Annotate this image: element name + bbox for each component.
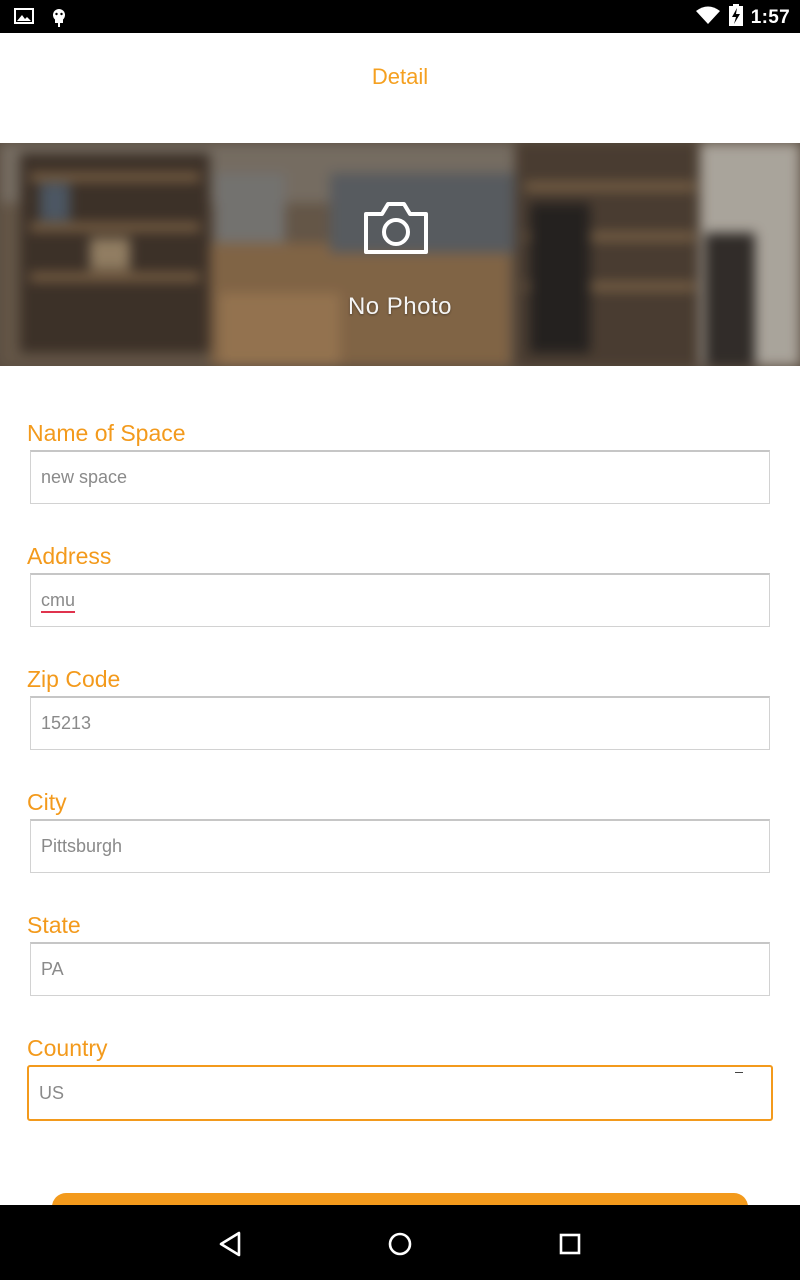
photo-picker[interactable]: No Photo	[0, 143, 800, 366]
country-input[interactable]: US	[27, 1065, 773, 1121]
page-title: Detail	[371, 64, 429, 89]
image-notification-icon	[14, 6, 34, 33]
city-label: City	[27, 789, 67, 815]
address-value: cmu	[41, 590, 76, 610]
country-label: Country	[27, 1035, 108, 1061]
navigation-bar	[0, 1205, 800, 1280]
address-label: Address	[27, 543, 112, 569]
zip-code-input[interactable]: 15213	[30, 696, 770, 750]
back-icon[interactable]	[213, 1227, 247, 1261]
battery-charging-icon	[728, 4, 743, 31]
app-header: Detail	[0, 33, 800, 143]
name-of-space-value: new space	[41, 467, 128, 487]
address-input[interactable]: cmu	[30, 573, 770, 627]
text-cursor	[735, 1072, 743, 1073]
status-time: 1:57	[750, 6, 790, 28]
country-value: US	[39, 1082, 65, 1103]
zip-code-label: Zip Code	[27, 666, 121, 692]
status-bar: 1:57	[0, 0, 800, 33]
zip-code-value: 15213	[41, 713, 92, 733]
city-value: Pittsburgh	[41, 836, 123, 856]
android-debug-icon	[50, 6, 68, 33]
state-value: PA	[41, 959, 64, 979]
home-icon[interactable]	[383, 1227, 417, 1261]
name-of-space-label: Name of Space	[27, 420, 186, 446]
state-label: State	[27, 912, 81, 938]
state-input[interactable]: PA	[30, 942, 770, 996]
camera-icon	[364, 202, 428, 254]
wifi-icon	[695, 5, 721, 30]
name-of-space-input[interactable]: new space	[30, 450, 770, 504]
no-photo-label: No Photo	[347, 293, 453, 320]
city-input[interactable]: Pittsburgh	[30, 819, 770, 873]
recents-icon[interactable]	[553, 1227, 587, 1261]
